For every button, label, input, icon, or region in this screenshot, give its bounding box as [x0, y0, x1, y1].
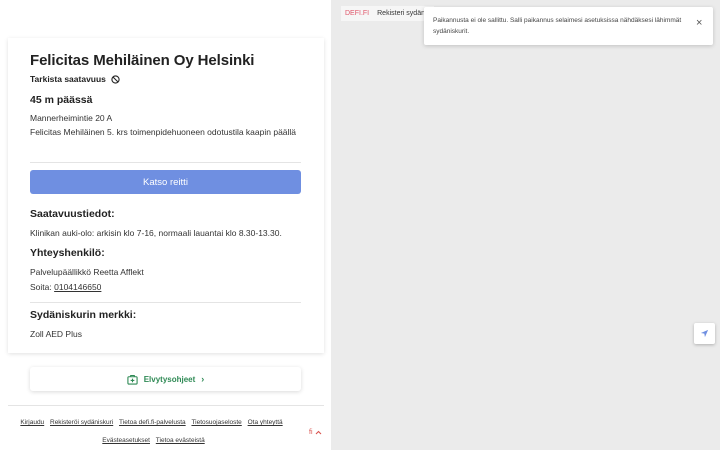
language-code: fi [309, 429, 313, 436]
map[interactable] [331, 0, 720, 450]
divider [30, 302, 301, 303]
footer-links: Kirjaudu Rekisteröi sydäniskuri Tietoa d… [0, 419, 317, 426]
chevron-right-icon: › [201, 374, 205, 384]
contact-heading: Yhteyshenkilö: [30, 247, 105, 259]
device-heading: Sydäniskurin merkki: [30, 309, 137, 321]
tab-register[interactable]: Rekisteri sydänis [377, 10, 430, 17]
chevron-up-icon [315, 430, 321, 435]
location-toast: Paikannusta ei ole sallittu. Salli paika… [424, 7, 713, 45]
map-tabs: DEFI.FI Rekisteri sydänis [341, 6, 435, 21]
contact-phone-row: Soita: 0104146650 [30, 282, 101, 292]
first-aid-kit-icon [127, 374, 138, 385]
availability-heading: Saatavuustiedot: [30, 208, 115, 220]
divider [30, 162, 301, 163]
toast-message: Paikannusta ei ole sallittu. Salli paika… [433, 17, 682, 35]
language-selector[interactable]: fi [309, 429, 322, 436]
ban-icon [111, 74, 120, 84]
locate-me-button[interactable] [694, 323, 715, 344]
footer-link-about[interactable]: Tietoa defi.fi-palvelusta [119, 419, 186, 426]
close-icon[interactable]: × [696, 17, 702, 29]
site-title: Felicitas Mehiläinen Oy Helsinki [30, 52, 255, 69]
footer-link-cookie-info[interactable]: Tietoa evästeistä [156, 437, 205, 444]
footer-link-privacy[interactable]: Tietosuojaseloste [191, 419, 241, 426]
phone-label: Soita: [30, 282, 52, 292]
contact-name: Palvelupäällikkö Reetta Afflekt [30, 267, 144, 277]
phone-link[interactable]: 0104146650 [54, 282, 101, 292]
footer-divider [8, 405, 324, 406]
footer-link-contact[interactable]: Ota yhteyttä [248, 419, 283, 426]
footer-links-2: Evästeasetukset Tietoa evästeistä [0, 437, 319, 444]
distance: 45 m päässä [30, 94, 93, 106]
check-availability-label: Tarkista saatavuus [30, 74, 106, 84]
availability-text: Klinikan auki-olo: arkisin klo 7-16, nor… [30, 228, 282, 238]
device-brand: Zoll AED Plus [30, 329, 82, 339]
tab-defi[interactable]: DEFI.FI [345, 10, 369, 17]
location-arrow-icon [700, 329, 709, 338]
footer-link-cookie-settings[interactable]: Evästeasetukset [102, 437, 150, 444]
site-card [8, 38, 324, 353]
address-street: Mannerheimintie 20 A [30, 113, 113, 123]
cpr-instructions-button[interactable]: Elvytysohjeet › [30, 367, 301, 391]
cpr-label: Elvytysohjeet [143, 374, 196, 384]
footer-link-register[interactable]: Rekisteröi sydäniskuri [50, 419, 113, 426]
check-availability[interactable]: Tarkista saatavuus [30, 74, 120, 84]
view-route-button[interactable]: Katso reitti [30, 170, 301, 194]
footer-link-login[interactable]: Kirjaudu [20, 419, 44, 426]
address-location: Felicitas Mehiläinen 5. krs toimenpidehu… [30, 127, 297, 137]
